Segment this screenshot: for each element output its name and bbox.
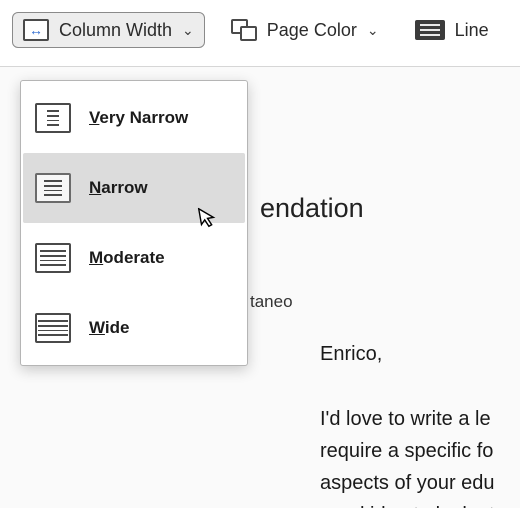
chevron-down-icon: ⌄	[367, 22, 379, 39]
line-focus-button[interactable]: Line	[405, 14, 499, 47]
document-body: I'd love to write a le require a specifi…	[320, 403, 495, 508]
column-width-menu[interactable]: Very Narrow Narrow Moderate Wide	[20, 80, 248, 366]
very-narrow-icon	[35, 103, 71, 133]
document-author-fragment: taneo	[250, 292, 293, 312]
page-color-icon	[231, 19, 257, 41]
menu-item-moderate[interactable]: Moderate	[23, 223, 245, 293]
column-width-label: Column Width	[59, 20, 172, 41]
column-width-icon	[23, 19, 49, 41]
menu-item-narrow[interactable]: Narrow	[23, 153, 245, 223]
page-color-button[interactable]: Page Color ⌄	[221, 13, 389, 47]
document-greeting: Enrico,	[320, 343, 382, 366]
body-line: require a specific fo	[320, 435, 495, 467]
line-focus-label: Line	[455, 20, 489, 41]
wide-icon	[35, 313, 71, 343]
page-color-label: Page Color	[267, 20, 357, 41]
menu-label: Moderate	[89, 248, 165, 268]
document-title-fragment: endation	[260, 193, 364, 224]
moderate-icon	[35, 243, 71, 273]
menu-label: Very Narrow	[89, 108, 188, 128]
body-line: good idea to look at	[320, 499, 495, 508]
menu-label: Wide	[89, 318, 129, 338]
menu-label: Narrow	[89, 178, 148, 198]
body-line: I'd love to write a le	[320, 403, 495, 435]
column-width-button[interactable]: Column Width ⌄	[12, 12, 205, 48]
narrow-icon	[35, 173, 71, 203]
menu-item-wide[interactable]: Wide	[23, 293, 245, 363]
line-focus-icon	[415, 20, 445, 40]
chevron-down-icon: ⌄	[182, 22, 194, 39]
menu-item-very-narrow[interactable]: Very Narrow	[23, 83, 245, 153]
body-line: aspects of your edu	[320, 467, 495, 499]
